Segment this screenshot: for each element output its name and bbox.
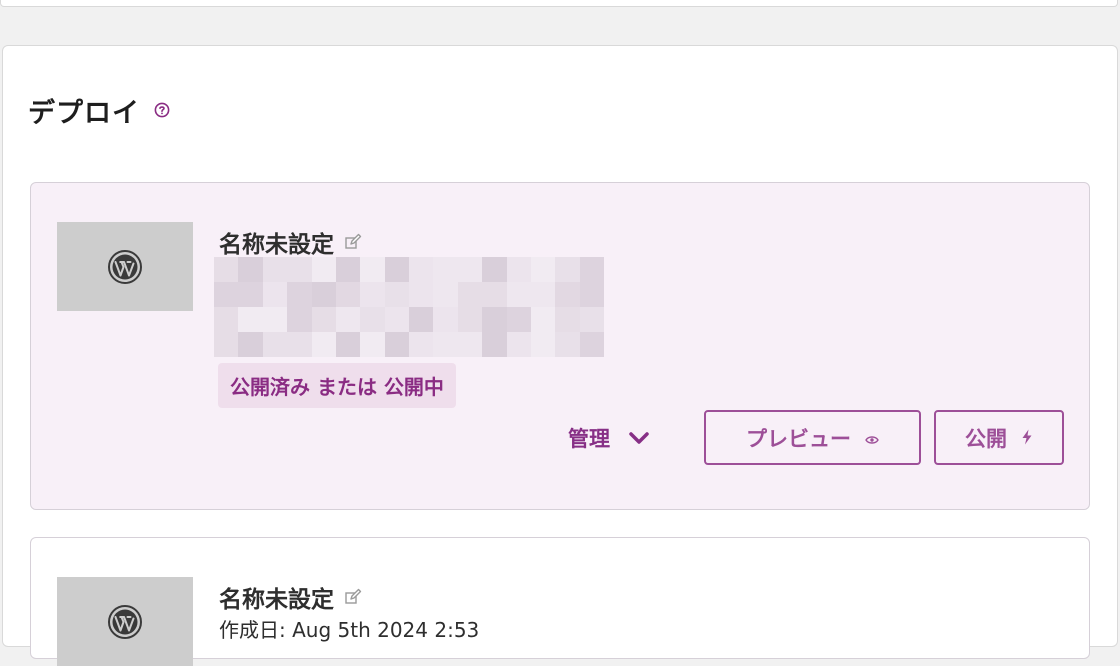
redaction-pixel <box>360 257 385 282</box>
redaction-pixel <box>311 332 336 357</box>
redaction-pixel <box>530 282 556 307</box>
redaction-pixel <box>287 257 312 282</box>
redaction-pixel <box>238 332 263 357</box>
redaction-pixel <box>579 332 604 357</box>
redaction-pixel <box>457 307 483 332</box>
redaction-pixel <box>506 257 531 282</box>
site-card: 名称未設定 作成日: Aug 5th 2024 2:53 <box>30 537 1090 666</box>
site-card-active: 名称未設定 公開済み または 公開中 管理 プレビュー 公開 <box>30 182 1090 510</box>
redaction-pixel <box>409 257 434 282</box>
redaction-pixel <box>214 282 239 307</box>
publish-label: 公開 <box>965 426 1007 451</box>
redaction-pixel <box>335 257 361 282</box>
redaction-pixel <box>409 332 434 357</box>
wordpress-icon <box>108 604 142 639</box>
edit-icon[interactable] <box>344 233 362 251</box>
site-meta: 作成日: Aug 5th 2024 2:53 <box>219 618 480 642</box>
redaction-pixel <box>238 257 263 282</box>
redaction-pixel <box>457 257 483 282</box>
redaction-pixel <box>482 332 507 357</box>
site-thumbnail[interactable] <box>57 222 193 311</box>
redaction-pixel <box>287 282 312 307</box>
deploy-title: デプロイ <box>28 97 140 129</box>
redaction-pixel <box>214 257 239 282</box>
redaction-pixel <box>555 307 580 332</box>
preview-label: プレビュー <box>746 426 851 451</box>
redaction-pixel <box>335 282 361 307</box>
redaction-pixel <box>360 282 385 307</box>
redaction-pixel <box>238 307 263 332</box>
redaction-pixel <box>311 257 336 282</box>
redacted-site-url <box>214 257 604 357</box>
wordpress-icon <box>108 249 142 284</box>
redaction-pixel <box>457 332 483 357</box>
redaction-pixel <box>384 332 409 357</box>
site-thumbnail[interactable] <box>57 577 193 666</box>
redaction-pixel <box>433 307 458 332</box>
eye-icon <box>865 426 879 450</box>
redaction-pixel <box>287 332 312 357</box>
redaction-pixel <box>530 307 556 332</box>
redaction-pixel <box>482 257 507 282</box>
site-name-row: 名称未設定 <box>219 580 362 614</box>
redaction-pixel <box>506 282 531 307</box>
redaction-pixel <box>262 282 288 307</box>
question-circle-icon[interactable] <box>154 102 170 118</box>
redaction-pixel <box>530 332 556 357</box>
redaction-pixel <box>262 332 288 357</box>
redaction-pixel <box>457 282 483 307</box>
redaction-pixel <box>384 307 409 332</box>
redaction-pixel <box>214 332 239 357</box>
redaction-pixel <box>555 282 580 307</box>
redaction-pixel <box>482 282 507 307</box>
redaction-pixel <box>262 307 288 332</box>
redaction-pixel <box>287 307 312 332</box>
site-name: 名称未設定 <box>219 232 334 258</box>
redaction-pixel <box>433 332 458 357</box>
redaction-pixel <box>311 307 336 332</box>
chevron-down-icon <box>629 432 649 444</box>
manage-label: 管理 <box>568 427 610 451</box>
redaction-pixel <box>530 257 556 282</box>
redaction-pixel <box>335 307 361 332</box>
redaction-pixel <box>506 332 531 357</box>
preview-button[interactable]: プレビュー <box>704 410 921 465</box>
redaction-pixel <box>579 307 604 332</box>
top-panel <box>0 0 1118 7</box>
redaction-pixel <box>579 282 604 307</box>
manage-dropdown-button[interactable]: 管理 <box>568 423 650 453</box>
publish-button[interactable]: 公開 <box>934 410 1064 465</box>
redaction-pixel <box>360 307 385 332</box>
redaction-pixel <box>409 307 434 332</box>
deploy-header: デプロイ <box>28 88 170 132</box>
redaction-pixel <box>409 282 434 307</box>
edit-icon[interactable] <box>344 588 362 606</box>
redaction-pixel <box>579 257 604 282</box>
redaction-pixel <box>238 282 263 307</box>
redaction-pixel <box>482 307 507 332</box>
redaction-pixel <box>433 257 458 282</box>
status-badge: 公開済み または 公開中 <box>218 363 456 408</box>
site-name: 名称未設定 <box>219 587 334 613</box>
redaction-pixel <box>433 282 458 307</box>
redaction-pixel <box>555 332 580 357</box>
redaction-pixel <box>262 257 288 282</box>
lightning-icon <box>1021 426 1033 450</box>
redaction-pixel <box>555 257 580 282</box>
redaction-pixel <box>311 282 336 307</box>
site-name-row: 名称未設定 <box>219 225 362 259</box>
redaction-pixel <box>384 282 409 307</box>
redaction-pixel <box>360 332 385 357</box>
redaction-pixel <box>335 332 361 357</box>
redaction-pixel <box>506 307 531 332</box>
redaction-pixel <box>384 257 409 282</box>
redaction-pixel <box>214 307 239 332</box>
